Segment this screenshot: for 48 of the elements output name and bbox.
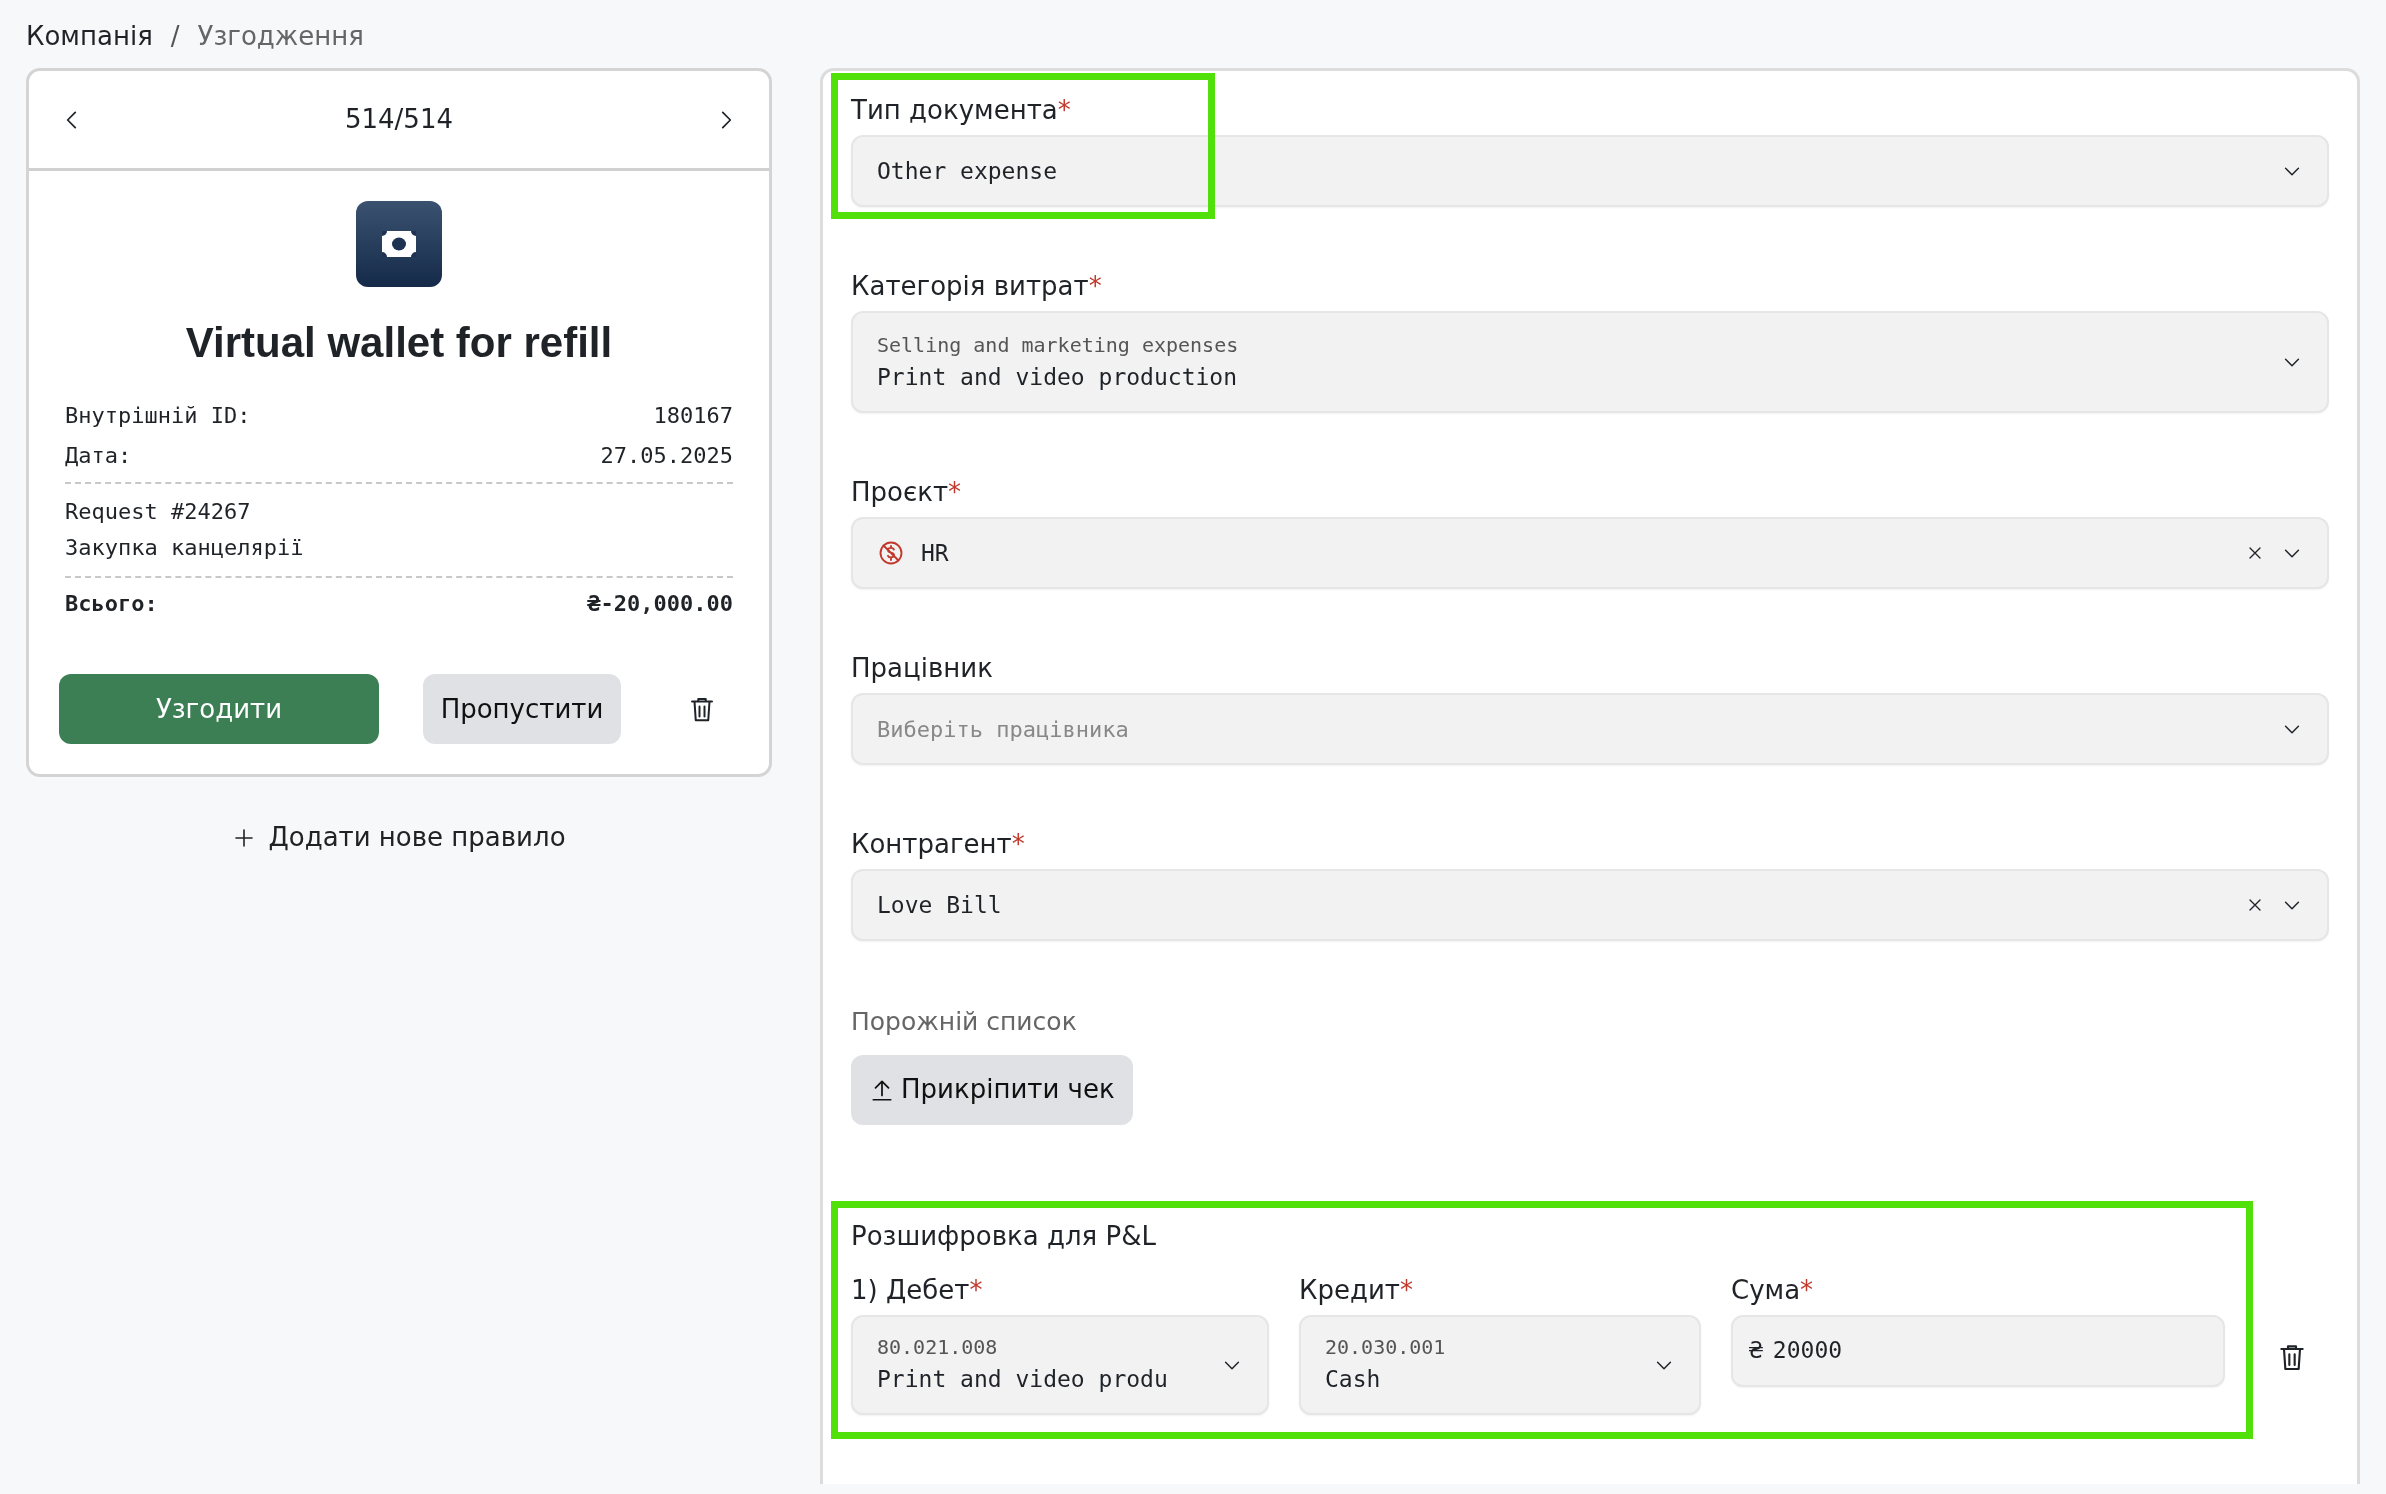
detail-label: Внутрішній ID: (65, 402, 251, 430)
field-label: Категорія витрат* (851, 270, 1103, 303)
field-label: 1) Дебет* (851, 1273, 984, 1307)
currency-sign: ₴ (1749, 1336, 1763, 1366)
no-money-icon (877, 539, 905, 567)
selected-value: HR (921, 538, 950, 568)
detail-value: 180167 (653, 402, 733, 430)
account-code: 20.030.001 (1325, 1334, 1447, 1362)
select-field[interactable]: Other expense (851, 135, 2329, 207)
breadcrumb-separator: / (170, 19, 180, 53)
total-label: Всього: (65, 590, 158, 618)
section-title: Розшифровка для P&L (851, 1219, 1157, 1253)
amount-field[interactable]: ₴ 20000 (1731, 1314, 2225, 1387)
select-field[interactable]: Love Bill (851, 869, 2329, 941)
select-field[interactable]: 80.021.008 Print and video produ (851, 1314, 1269, 1415)
selected-value: Other expense (877, 156, 1058, 186)
account-code: 80.021.008 (877, 1334, 999, 1362)
field-label: Працівник (851, 652, 994, 685)
option-group: Selling and marketing expenses (877, 329, 2265, 360)
field-label: Контрагент* (851, 828, 1026, 861)
detail-value: 27.05.2025 (600, 442, 733, 470)
select-field[interactable]: HR (851, 517, 2329, 589)
document-title: Virtual wallet for refill (184, 318, 614, 368)
attach-receipt-button[interactable]: Прикріпити чек (851, 1054, 1133, 1125)
empty-list-text: Порожній список (851, 1006, 1078, 1038)
selected-value: Print and video production (877, 362, 1239, 392)
skip-button[interactable]: Пропустити (423, 674, 621, 744)
description-line: Закупка канцелярії (65, 534, 305, 562)
total-value: ₴-20,000.00 (587, 590, 733, 618)
detail-label: Дата: (65, 442, 132, 470)
page-counter: 514/514 (345, 103, 453, 136)
description-line: Request #24267 (65, 498, 252, 526)
selected-value: Print and video produ (877, 1365, 1169, 1395)
approve-button[interactable]: Узгодити (59, 674, 379, 744)
add-rule-button[interactable]: Додати нове правило (26, 817, 772, 858)
selected-value: Love Bill (877, 890, 1003, 920)
field-label: Сума* (1731, 1273, 1815, 1307)
placeholder-text: Виберіть працівника (877, 715, 1130, 744)
amount-value: 20000 (1772, 1336, 1844, 1366)
field-label: Проєкт* (851, 476, 963, 509)
select-field[interactable]: Selling and marketing expenses Print and video production (851, 311, 2329, 413)
breadcrumb-item: Узгодження (197, 19, 364, 53)
selected-value: Cash (1325, 1365, 1382, 1395)
breadcrumb-item[interactable]: Компанія (26, 16, 153, 56)
wallet-icon (356, 201, 442, 287)
field-label: Кредит* (1299, 1273, 1414, 1307)
field-label: Тип документа* (851, 94, 1072, 127)
select-field[interactable]: 20.030.001 Cash (1299, 1314, 1701, 1415)
